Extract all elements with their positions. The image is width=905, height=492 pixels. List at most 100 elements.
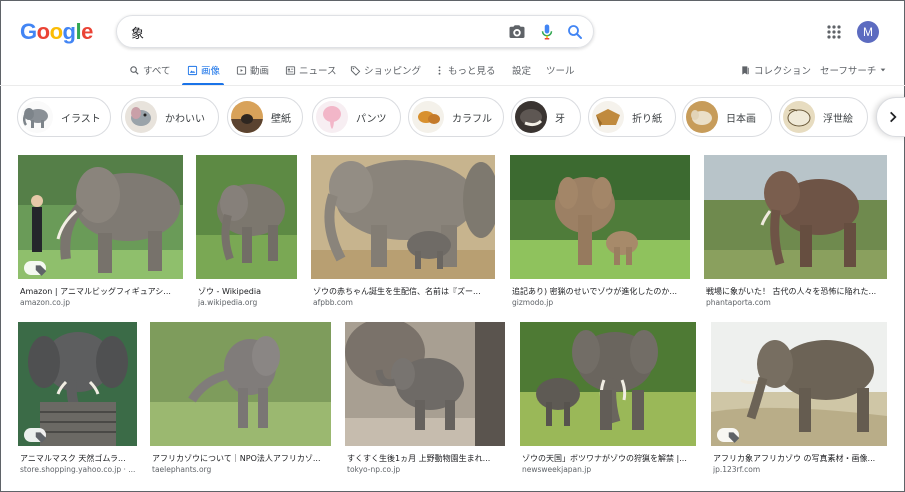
tab-more[interactable]: もっと見る — [434, 63, 496, 77]
tab-images[interactable]: 画像 — [187, 63, 220, 77]
tag-icon — [35, 432, 47, 443]
tab-tools[interactable]: ツール — [546, 63, 575, 77]
result-domain: taelephants.org — [152, 465, 212, 474]
tab-shopping[interactable]: ショッピング — [350, 63, 421, 77]
bookmark-icon — [742, 65, 749, 75]
result-image[interactable] — [196, 155, 297, 279]
result-title: ゾウの赤ちゃん誕生を生配信、名前は『ズー... — [313, 287, 481, 296]
result-title: アフリカ象アフリカゾウ の写真素材・画像... — [713, 454, 876, 463]
logo-letter: g — [62, 19, 76, 44]
chip-japanese-painting[interactable]: 日本画 — [682, 97, 772, 137]
result-domain: store.shopping.yahoo.co.jp · ... — [20, 465, 136, 474]
result-image[interactable] — [18, 155, 183, 279]
tab-label: ニュース — [299, 66, 337, 77]
result-image[interactable] — [704, 155, 887, 279]
result-image[interactable] — [311, 155, 495, 279]
tag-icon — [350, 65, 361, 76]
result-domain: tokyo-np.co.jp — [347, 465, 401, 474]
tab-label: 画像 — [201, 66, 221, 77]
result-image[interactable] — [510, 155, 690, 279]
result-domain: jp.123rf.com — [713, 465, 761, 474]
logo-letter: G — [20, 19, 37, 44]
result-title: ゾウの天国」ボツワナがゾウの狩猟を解禁 |... — [522, 454, 687, 463]
chip-pants[interactable]: パンツ — [312, 97, 401, 137]
tab-label: 動画 — [250, 66, 270, 77]
result-title: Amazon | アニマルビッグフィギュアシ... — [20, 287, 171, 296]
result-domain: newsweekjapan.jp — [522, 465, 592, 474]
chip-label: かわいい — [165, 113, 205, 125]
camera-icon[interactable] — [508, 23, 526, 41]
chip-thumbnail — [231, 101, 263, 133]
header-divider — [0, 85, 905, 86]
chip-illustration[interactable]: イラスト — [17, 97, 111, 137]
logo-letter: o — [36, 19, 50, 44]
apps-grid-icon[interactable] — [826, 24, 842, 40]
chip-label: カラフル — [452, 113, 492, 125]
search-input[interactable]: 象 — [131, 23, 144, 42]
search-box[interactable]: 象 — [116, 15, 594, 48]
safesearch-label: セーフサーチ — [820, 66, 877, 77]
result-title: 戦場に象がいた！ 古代の人々を恐怖に陥れた... — [706, 287, 877, 296]
result-domain: gizmodo.jp — [512, 298, 554, 307]
result-title: アフリカゾウについて｜NPO法人アフリカゾ... — [152, 454, 321, 463]
chip-ukiyoe[interactable]: 浮世絵 — [779, 97, 868, 137]
logo-letter: e — [81, 19, 93, 44]
tab-settings[interactable]: 設定 — [512, 63, 531, 77]
chip-label: 日本画 — [726, 113, 756, 125]
google-logo[interactable]: Google — [20, 19, 93, 45]
image-icon — [187, 65, 198, 75]
tag-icon — [728, 432, 740, 443]
result-image[interactable] — [345, 322, 505, 446]
tab-all[interactable]: すべて — [129, 63, 170, 77]
tab-videos[interactable]: 動画 — [236, 63, 269, 77]
collections-label: コレクション — [754, 66, 812, 77]
result-domain: phantaporta.com — [706, 298, 771, 307]
chip-thumbnail — [21, 101, 53, 133]
more-vert-icon — [438, 65, 441, 75]
chip-label: イラスト — [61, 113, 101, 125]
tab-label: もっと見る — [448, 66, 496, 77]
chip-origami[interactable]: 折り紙 — [588, 97, 676, 137]
result-image[interactable] — [711, 322, 887, 446]
chevron-right-icon — [890, 111, 897, 123]
result-title: すくすく生後1ヵ月 上野動物園生まれ... — [347, 454, 491, 463]
chip-thumbnail — [783, 101, 815, 133]
tab-label: ショッピング — [364, 66, 422, 77]
result-image[interactable] — [18, 322, 137, 446]
chip-label: 壁紙 — [271, 113, 291, 125]
product-badge — [717, 428, 740, 443]
tab-news[interactable]: ニュース — [285, 63, 337, 77]
result-image[interactable] — [520, 322, 696, 446]
safesearch-menu[interactable]: セーフサーチ — [820, 63, 887, 77]
result-domain: afpbb.com — [313, 298, 353, 307]
chip-thumbnail — [686, 101, 718, 133]
chip-thumbnail — [125, 101, 157, 133]
chip-thumbnail — [316, 101, 348, 133]
collections-link[interactable]: コレクション — [740, 63, 811, 77]
search-icon[interactable] — [566, 23, 584, 41]
result-title: アニマルマスク 天然ゴムラ... — [20, 454, 126, 463]
result-title: 追記あり) 密猟のせいでゾウが進化したのか... — [512, 287, 678, 296]
account-avatar[interactable]: M — [857, 21, 879, 43]
chip-colorful[interactable]: カラフル — [408, 97, 504, 137]
chip-label: パンツ — [356, 113, 387, 125]
product-badge — [24, 428, 47, 443]
chip-thumbnail — [592, 101, 624, 133]
chip-tusk[interactable]: 牙 — [511, 97, 581, 137]
chip-wallpaper[interactable]: 壁紙 — [227, 97, 303, 137]
result-domain: ja.wikipedia.org — [198, 298, 258, 307]
tab-label: 設定 — [512, 66, 532, 77]
tag-icon — [35, 265, 47, 276]
microphone-icon[interactable] — [538, 23, 556, 41]
product-badge — [24, 261, 47, 276]
result-title: ゾウ - Wikipedia — [198, 287, 261, 296]
chip-cute[interactable]: かわいい — [121, 97, 219, 137]
result-image[interactable] — [150, 322, 331, 446]
chip-thumbnail — [412, 101, 444, 133]
result-domain: amazon.co.jp — [20, 298, 70, 307]
tab-label: ツール — [546, 66, 575, 77]
video-icon — [236, 65, 247, 75]
tab-label: すべて — [143, 66, 171, 77]
search-icon — [130, 65, 139, 75]
chip-label: 浮世絵 — [823, 113, 853, 125]
